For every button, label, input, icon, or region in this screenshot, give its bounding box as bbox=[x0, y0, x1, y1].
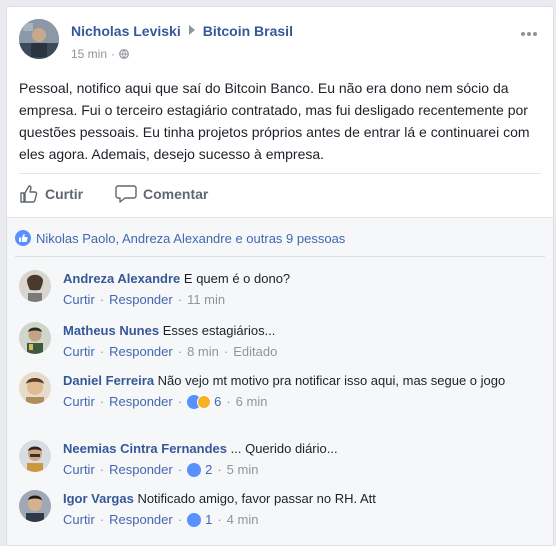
likes-summary-text: Nikolas Paolo, Andreza Alexandre e outra… bbox=[36, 230, 346, 246]
comment-reply-link[interactable]: Responder bbox=[109, 291, 173, 309]
author-photo bbox=[19, 19, 59, 59]
comment-time[interactable]: 4 min bbox=[227, 511, 259, 529]
reaction-count: 2 bbox=[205, 462, 213, 477]
like-button-label: Curtir bbox=[45, 186, 84, 202]
post-card: Nicholas Leviski Bitcoin Brasil 15 min · P… bbox=[6, 6, 554, 546]
author-name-link[interactable]: Nicholas Leviski bbox=[71, 23, 181, 39]
comment-reply-link[interactable]: Responder bbox=[109, 393, 173, 411]
comment-text: Notificado amigo, favor passar no RH. At… bbox=[137, 491, 376, 506]
comment-reply-link[interactable]: Responder bbox=[109, 511, 173, 529]
comment-button[interactable]: Comentar bbox=[115, 184, 208, 204]
comment-author[interactable]: Matheus Nunes bbox=[63, 323, 159, 338]
more-dots-icon[interactable] bbox=[521, 23, 541, 36]
reaction-count: 6 bbox=[214, 394, 222, 409]
comment-reply-link[interactable]: Responder bbox=[109, 343, 173, 361]
comments-section: Nikolas Paolo, Andreza Alexandre e outra… bbox=[7, 217, 553, 545]
comment-meta: Curtir · Responder · 8 min · Editado bbox=[63, 343, 278, 361]
comment-author[interactable]: Andreza Alexandre bbox=[63, 271, 180, 286]
likes-summary[interactable]: Nikolas Paolo, Andreza Alexandre e outra… bbox=[15, 230, 345, 246]
comment-time[interactable]: 5 min bbox=[227, 461, 259, 479]
like-reaction-icon bbox=[187, 463, 202, 477]
comment-body: Igor Vargas Notificado amigo, favor pass… bbox=[63, 490, 545, 529]
comment-button-label: Comentar bbox=[143, 186, 209, 202]
thumbs-up-icon bbox=[20, 185, 38, 203]
post-actions: Curtir Comentar bbox=[19, 173, 541, 217]
comment-reply-link[interactable]: Responder bbox=[109, 461, 173, 479]
comment-body: Neemias Cintra Fernandes ... Querido diá… bbox=[63, 440, 545, 479]
comment-reactions[interactable]: 2 bbox=[187, 461, 212, 479]
comment-like-link[interactable]: Curtir bbox=[63, 291, 95, 309]
author-avatar[interactable] bbox=[19, 19, 59, 59]
comment-like-link[interactable]: Curtir bbox=[63, 393, 95, 411]
post-meta: 15 min · bbox=[71, 47, 129, 61]
comment-meta: Curtir · Responder · 11 min bbox=[63, 291, 226, 309]
comment-text: Não vejo mt motivo pra notificar isso aq… bbox=[157, 373, 506, 388]
post-body: Pessoal, notifico aqui que saí do Bitcoi… bbox=[19, 80, 530, 162]
post-title: Nicholas Leviski Bitcoin Brasil bbox=[71, 23, 293, 39]
comment-like-link[interactable]: Curtir bbox=[63, 461, 95, 479]
comment-edited-label[interactable]: Editado bbox=[233, 343, 277, 361]
like-button[interactable]: Curtir bbox=[19, 184, 83, 204]
group-name-link[interactable]: Bitcoin Brasil bbox=[203, 23, 293, 39]
comment-body: Daniel Ferreira Não vejo mt motivo pra n… bbox=[63, 372, 545, 411]
comment-reactions[interactable]: 6 bbox=[187, 393, 221, 411]
comment-author[interactable]: Daniel Ferreira bbox=[63, 373, 154, 388]
comment-meta: Curtir · Responder · 2 · 5 min bbox=[63, 461, 259, 479]
like-reaction-icon bbox=[187, 513, 202, 527]
haha-reaction-icon bbox=[197, 395, 212, 409]
comment-text: ... Querido diário... bbox=[230, 441, 338, 456]
commenter-avatar[interactable] bbox=[19, 440, 51, 472]
post-timestamp[interactable]: 15 min bbox=[71, 47, 107, 61]
commenter-avatar[interactable] bbox=[19, 270, 51, 302]
globe-icon[interactable] bbox=[119, 49, 129, 59]
post-header: Nicholas Leviski Bitcoin Brasil 15 min · bbox=[19, 19, 541, 67]
comment-meta: Curtir · Responder · 6 · 6 min bbox=[63, 393, 268, 411]
like-reaction-icon bbox=[15, 230, 31, 246]
comment-time[interactable]: 11 min bbox=[187, 291, 225, 309]
comment-like-link[interactable]: Curtir bbox=[63, 511, 95, 529]
comment-author[interactable]: Neemias Cintra Fernandes bbox=[63, 441, 227, 456]
reaction-count: 1 bbox=[205, 512, 213, 527]
commenter-avatar[interactable] bbox=[19, 322, 51, 354]
comment-body: Andreza Alexandre E quem é o dono? Curti… bbox=[63, 270, 545, 309]
comment-text: E quem é o dono? bbox=[183, 271, 291, 286]
commenter-avatar[interactable] bbox=[19, 372, 51, 404]
comment-meta: Curtir · Responder · 1 · 4 min bbox=[63, 511, 259, 529]
meta-separator: · bbox=[111, 47, 116, 61]
comment-body: Matheus Nunes Esses estagiários... Curti… bbox=[63, 322, 545, 361]
comment-time[interactable]: 8 min bbox=[187, 343, 219, 361]
comment-text: Esses estagiários... bbox=[162, 323, 276, 338]
comment-time[interactable]: 6 min bbox=[236, 393, 268, 411]
comment-like-link[interactable]: Curtir bbox=[63, 343, 95, 361]
commenter-avatar[interactable] bbox=[19, 490, 51, 522]
divider bbox=[15, 256, 545, 257]
comment-author[interactable]: Igor Vargas bbox=[63, 491, 134, 506]
arrow-right-icon bbox=[188, 25, 195, 35]
speech-bubble-icon bbox=[115, 185, 137, 203]
comment-reactions[interactable]: 1 bbox=[187, 511, 212, 529]
